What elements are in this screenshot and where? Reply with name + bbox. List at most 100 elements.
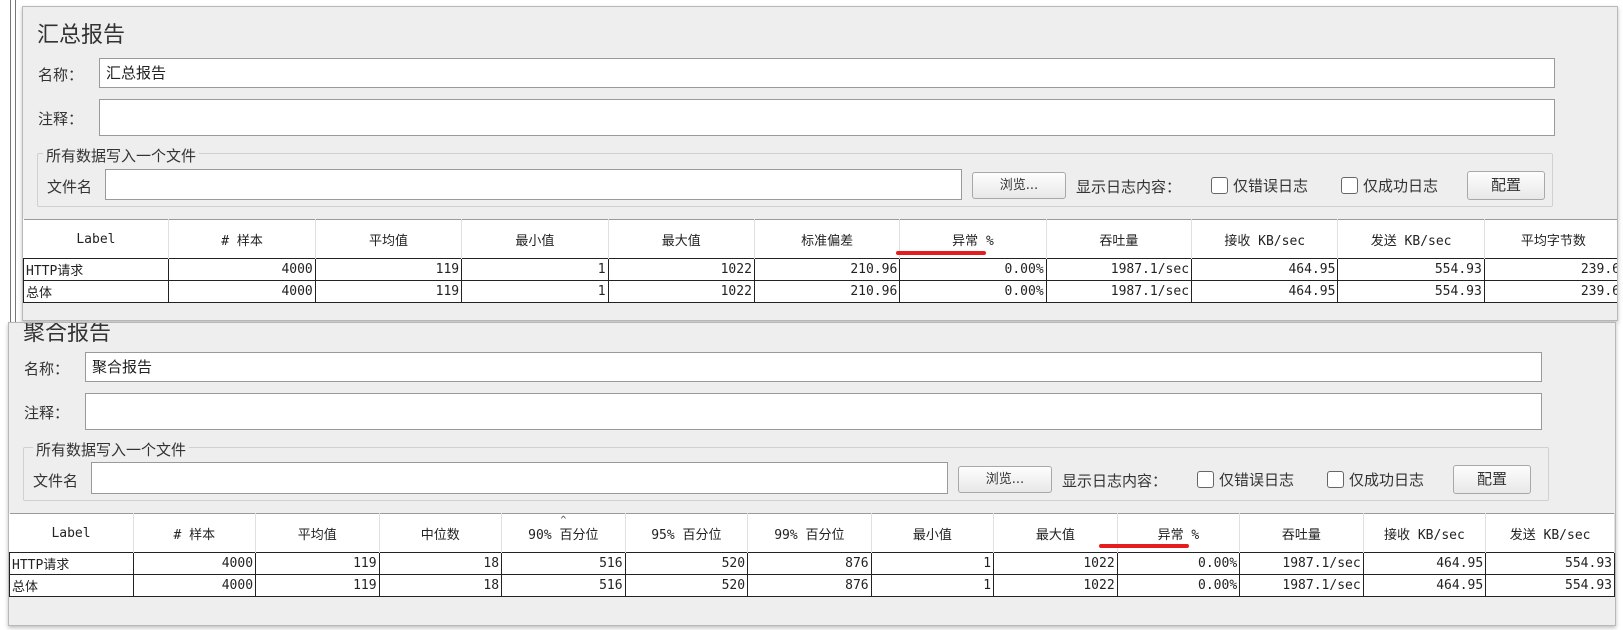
table-cell: 1987.1/sec xyxy=(1239,552,1364,575)
table-cell: 0.00% xyxy=(1116,574,1241,597)
summary-table: Label # 样本 平均值 最小值 最大值 标准偏差 异常 % 吞吐量 接收 KB/sec 发送… xyxy=(23,219,1617,303)
table-cell: 0.00% xyxy=(899,258,1047,281)
column-header[interactable]: Label xyxy=(9,513,134,553)
column-header[interactable]: 最小值 xyxy=(871,513,995,553)
comment-input[interactable] xyxy=(85,393,1542,430)
config-button[interactable]: 配置 xyxy=(1453,465,1531,494)
table-cell: 119 xyxy=(314,258,463,281)
table-cell: 516 xyxy=(501,552,626,575)
column-header[interactable]: # 样本 xyxy=(168,219,316,259)
table-cell: 1022 xyxy=(607,280,755,303)
config-button[interactable]: 配置 xyxy=(1467,171,1545,200)
file-name-label: 文件名 xyxy=(33,472,79,490)
file-name-input[interactable] xyxy=(91,462,948,494)
table-cell: 4000 xyxy=(132,574,257,597)
table-header-row: Label # 样本 平均值 最小值 最大值 标准偏差 异常 % 吞吐量 接收 KB/sec 发送… xyxy=(23,219,1617,259)
table-cell: 4000 xyxy=(132,552,257,575)
table-cell: 554.93 xyxy=(1337,258,1485,281)
column-header[interactable]: 90% 百分位 ^ xyxy=(501,513,626,553)
table-cell: 119 xyxy=(255,574,380,597)
table-cell: 119 xyxy=(255,552,380,575)
column-header[interactable]: 接收 KB/sec xyxy=(1363,513,1487,553)
table-cell: 554.93 xyxy=(1337,280,1485,303)
success-only-label: 仅成功日志 xyxy=(1363,177,1439,195)
name-input[interactable]: 聚合报告 xyxy=(85,352,1542,382)
table-cell: 520 xyxy=(624,574,749,597)
errors-only-checkbox[interactable]: 仅错误日志 xyxy=(1197,469,1294,490)
table-cell: 464.95 xyxy=(1191,258,1339,281)
checkbox-icon[interactable] xyxy=(1341,177,1358,194)
column-header[interactable]: 最大值 xyxy=(608,219,755,259)
column-header[interactable]: 95% 百分位 xyxy=(625,513,749,553)
file-group-label: 所有数据写入一个文件 xyxy=(33,439,190,460)
table-cell: 0.00% xyxy=(899,280,1047,303)
table-cell: 464.95 xyxy=(1362,552,1487,575)
table-cell: 464.95 xyxy=(1362,574,1487,597)
name-label: 名称： xyxy=(24,360,70,378)
table-header-row: Label # 样本 平均值 中位数 90% 百分位 ^ 95% 百分位 99% 百分位 最小值… xyxy=(9,513,1615,553)
column-header[interactable]: 中位数 xyxy=(379,513,503,553)
table-cell: 18 xyxy=(378,552,503,575)
table-cell: 1022 xyxy=(607,258,755,281)
table-cell: 4000 xyxy=(168,258,316,281)
table-row[interactable]: HTTP请求 4000 119 1 1022 210.96 0.00% 1987.1/sec 4… xyxy=(23,258,1617,281)
comment-label: 注释： xyxy=(38,110,84,128)
name-label: 名称： xyxy=(38,66,84,84)
table-cell: 1 xyxy=(870,574,995,597)
checkbox-icon[interactable] xyxy=(1197,471,1214,488)
errors-only-label: 仅错误日志 xyxy=(1233,177,1309,195)
table-row[interactable]: 总体 4000 119 1 1022 210.96 0.00% 1987.1/sec 464.9… xyxy=(23,280,1617,303)
column-header[interactable]: 平均值 xyxy=(315,219,463,259)
errors-only-label: 仅错误日志 xyxy=(1219,471,1295,489)
comment-input[interactable] xyxy=(99,99,1555,136)
column-header[interactable]: 接收 KB/sec xyxy=(1191,219,1339,259)
table-cell: 210.96 xyxy=(753,258,901,281)
table-cell: 464.95 xyxy=(1191,280,1339,303)
errors-only-checkbox[interactable]: 仅错误日志 xyxy=(1211,175,1308,196)
summary-report-panel: 汇总报告 名称： 汇总报告 注释： 所有数据写入一个文件 文件名 浏览... 显… xyxy=(22,6,1618,321)
column-header[interactable]: 标准偏差 xyxy=(754,219,901,259)
column-header[interactable]: 99% 百分位 xyxy=(747,513,872,553)
column-header[interactable]: 平均字节数 xyxy=(1484,219,1617,259)
log-content-label: 显示日志内容： xyxy=(1062,472,1168,490)
success-only-checkbox[interactable]: 仅成功日志 xyxy=(1341,175,1438,196)
table-cell: 1 xyxy=(461,280,609,303)
window-edge xyxy=(10,0,16,330)
table-cell: HTTP请求 xyxy=(9,552,134,575)
file-name-label: 文件名 xyxy=(47,178,93,196)
browse-button[interactable]: 浏览... xyxy=(958,466,1052,493)
table-cell: 239.6 xyxy=(1483,280,1617,303)
name-input[interactable]: 汇总报告 xyxy=(99,58,1555,88)
table-cell: 1022 xyxy=(993,552,1118,575)
column-header[interactable]: 发送 KB/sec xyxy=(1337,219,1485,259)
table-cell: 总体 xyxy=(23,280,170,303)
column-header[interactable]: 最小值 xyxy=(461,219,609,259)
file-name-input[interactable] xyxy=(105,169,962,200)
table-cell: 554.93 xyxy=(1485,552,1615,575)
checkbox-icon[interactable] xyxy=(1327,471,1344,488)
success-only-checkbox[interactable]: 仅成功日志 xyxy=(1327,469,1424,490)
column-header[interactable]: Label xyxy=(23,219,170,259)
sort-ascending-icon: ^ xyxy=(560,515,567,526)
table-row[interactable]: HTTP请求 4000 119 18 516 520 876 1 1022 0.00% 1987.1… xyxy=(9,552,1615,575)
checkbox-icon[interactable] xyxy=(1211,177,1228,194)
column-header[interactable]: 吞吐量 xyxy=(1239,513,1364,553)
table-cell: 18 xyxy=(378,574,503,597)
comment-label: 注释： xyxy=(24,404,70,422)
table-cell: 876 xyxy=(747,552,872,575)
column-header[interactable]: 吞吐量 xyxy=(1046,219,1193,259)
column-header[interactable]: 平均值 xyxy=(255,513,380,553)
table-cell: 516 xyxy=(501,574,626,597)
page-title: 聚合报告 xyxy=(23,322,112,346)
table-cell: 1022 xyxy=(993,574,1118,597)
table-cell: 1987.1/sec xyxy=(1239,574,1364,597)
table-cell: 0.00% xyxy=(1116,552,1241,575)
table-cell: 1 xyxy=(870,552,995,575)
aggregate-table: Label # 样本 平均值 中位数 90% 百分位 ^ 95% 百分位 99% 百分位 最小值… xyxy=(9,513,1615,597)
column-header[interactable]: 发送 KB/sec xyxy=(1485,513,1615,553)
browse-button[interactable]: 浏览... xyxy=(972,172,1066,199)
column-header[interactable]: # 样本 xyxy=(133,513,257,553)
table-cell: 210.96 xyxy=(753,280,901,303)
table-cell: 119 xyxy=(314,280,463,303)
table-row[interactable]: 总体 4000 119 18 516 520 876 1 1022 0.00% 1987.1/sec… xyxy=(9,574,1615,597)
